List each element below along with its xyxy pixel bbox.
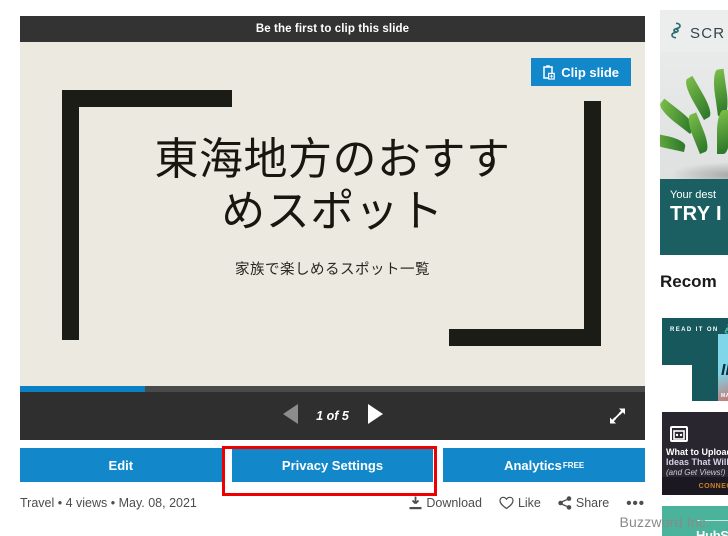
ad-banner-line1: Your dest (670, 189, 717, 201)
analytics-free-badge: FREE (562, 460, 585, 470)
download-button[interactable]: Download (409, 496, 482, 510)
meta-action-group: Download Like Share ••• (409, 496, 645, 511)
analytics-button-label: Analytics (504, 457, 562, 473)
recommended-item-ikigai[interactable]: READ IT ON Ikiga MARIE ARE (662, 318, 728, 401)
meta-row: Travel • 4 views • May. 08, 2021 Downloa… (20, 496, 645, 511)
slide-meta-info: Travel • 4 views • May. 08, 2021 (20, 496, 197, 510)
share-node-icon (558, 496, 572, 510)
edit-button-label: Edit (108, 457, 134, 473)
right-sidebar: SCR Your dest TRY I Recom READ IT ON I M… (660, 0, 728, 536)
download-icon (409, 496, 422, 510)
triangle-right-icon[interactable] (366, 403, 386, 430)
analytics-button[interactable]: Analytics FREE (443, 448, 646, 482)
thumbnail-line2: Ideas That Will Tu (666, 456, 728, 467)
slide-title: 東海地方のおすす めスポット (154, 135, 511, 236)
thumbnail-strip: CONNECTED (662, 477, 728, 495)
ad-logo-text: SCR (690, 24, 726, 42)
ad-banner: Your dest TRY I (660, 179, 728, 255)
ad-plant-image (660, 52, 728, 192)
slide-stage[interactable]: 東海地方のおすす めスポット 家族で楽しめるスポット一覧 Clip slide (20, 42, 645, 386)
slide-player: Be the first to clip this slide 東海地方のおすす… (20, 16, 646, 511)
clip-slide-label: Clip slide (561, 64, 619, 80)
book-cover-title: Ikiga (721, 362, 728, 379)
expand-diagonal-icon[interactable] (608, 407, 627, 426)
leaf (711, 68, 728, 116)
action-button-row: Edit Privacy Settings Analytics FREE (20, 448, 646, 482)
like-button[interactable]: Like (499, 496, 541, 510)
page-root: Be the first to clip this slide 東海地方のおすす… (0, 0, 728, 536)
decorative-bracket-bottom-right-horizontal (449, 329, 601, 346)
book-page-shape (662, 365, 692, 401)
thumbnail-line3: (and Get Views!) (666, 467, 726, 477)
privacy-settings-button-label: Privacy Settings (281, 457, 384, 473)
watermark-text: Buzzword Inc. (619, 514, 710, 530)
scribd-logo-icon (668, 22, 684, 44)
book-cover-author: MARIE ARE (721, 393, 728, 399)
like-label: Like (517, 496, 541, 510)
leaf (717, 110, 728, 154)
download-label: Download (426, 496, 482, 510)
share-label: Share (575, 496, 610, 510)
edit-button[interactable]: Edit (20, 448, 222, 482)
book-cover: Ikiga MARIE ARE (718, 334, 728, 401)
privacy-settings-button[interactable]: Privacy Settings (231, 448, 434, 482)
robot-icon (670, 426, 688, 442)
thumbnail-text: What to Upload Ideas That Will Tu (and G… (666, 447, 728, 477)
recommended-item-what-to-upload[interactable]: What to Upload Ideas That Will Tu (and G… (662, 412, 728, 495)
clip-banner: Be the first to clip this slide (20, 16, 645, 42)
ad-banner-line2: TRY I (670, 203, 723, 225)
slide-subtitle: 家族で楽しめるスポット一覧 (235, 261, 430, 278)
sidebar-advertisement[interactable]: SCR Your dest TRY I (660, 10, 728, 255)
leaf (660, 132, 687, 152)
leaf (682, 75, 715, 120)
triangle-left-icon[interactable] (280, 403, 300, 430)
decorative-bracket-top-left-horizontal (62, 90, 232, 107)
recommended-heading: Recom (660, 272, 717, 291)
ad-logo: SCR (668, 22, 725, 44)
clip-banner-text: Be the first to clip this slide (255, 23, 410, 35)
slide-counter: 1 of 5 (316, 409, 349, 423)
share-button[interactable]: Share (558, 496, 609, 510)
clip-slide-button[interactable]: Clip slide (531, 58, 631, 86)
slide-text-block: 東海地方のおすす めスポット 家族で楽しめるスポット一覧 (20, 134, 645, 279)
slide-nav-bar: 1 of 5 (20, 392, 645, 440)
ellipsis-icon[interactable]: ••• (626, 496, 645, 511)
read-it-on-text: READ IT ON (670, 327, 719, 333)
heart-outline-icon (499, 496, 514, 510)
clip-board-plus-icon (541, 64, 556, 80)
